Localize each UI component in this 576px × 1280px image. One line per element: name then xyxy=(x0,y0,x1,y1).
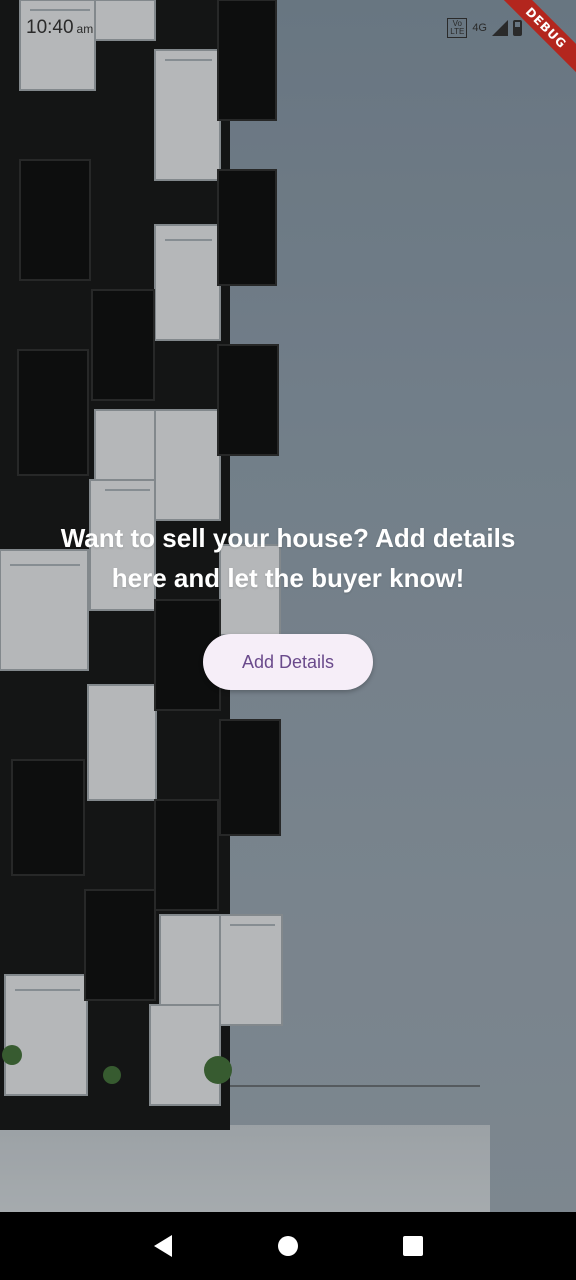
nav-back-button[interactable] xyxy=(143,1226,183,1266)
volte-line2: LTE xyxy=(450,27,465,36)
hero-section: Want to sell your house? Add details her… xyxy=(30,518,546,690)
clock-ampm: am xyxy=(76,22,94,36)
home-icon xyxy=(277,1236,298,1256)
debug-banner: DEBUG xyxy=(486,0,576,90)
add-details-button[interactable]: Add Details xyxy=(203,634,373,690)
status-time: 10:40 am xyxy=(26,17,93,39)
debug-banner-label: DEBUG xyxy=(496,0,576,78)
back-icon xyxy=(153,1235,172,1257)
network-type: 4G xyxy=(472,22,487,34)
clock-time: 10:40 xyxy=(26,17,74,38)
nav-home-button[interactable] xyxy=(268,1226,308,1266)
system-nav-bar xyxy=(0,1212,576,1280)
hero-title: Want to sell your house? Add details her… xyxy=(60,523,516,593)
recents-icon xyxy=(403,1236,424,1256)
screen: 10:40 am Vo LTE 4G DEBUG Want to sell yo… xyxy=(0,0,576,1280)
nav-recents-button[interactable] xyxy=(393,1226,433,1266)
volte-icon: Vo LTE xyxy=(447,18,468,38)
